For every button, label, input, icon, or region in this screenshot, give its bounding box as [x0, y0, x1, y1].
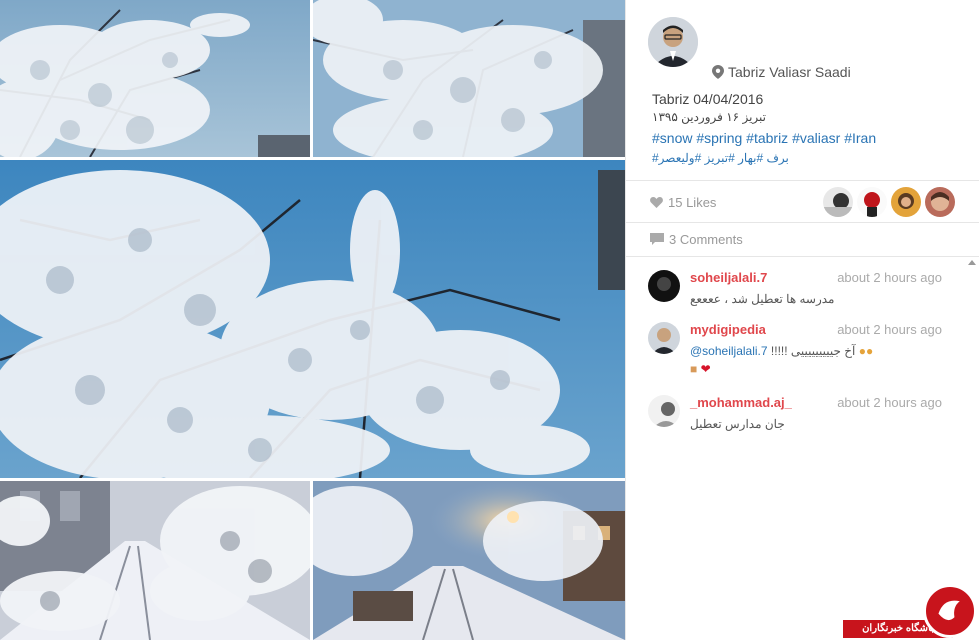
- comment-text: جان مدارس تعطیل: [690, 417, 785, 431]
- comment-username[interactable]: soheiljalali.7: [690, 270, 767, 285]
- post-caption-title: Tabriz 04/04/2016: [652, 91, 764, 107]
- liker-avatar[interactable]: [925, 187, 955, 217]
- liker-avatar[interactable]: [857, 187, 887, 217]
- heart-emoji-icon: ❤: [700, 362, 711, 376]
- post-location[interactable]: Tabriz Valiasr Saadi: [712, 64, 851, 80]
- likes-count[interactable]: 15 Likes: [650, 195, 716, 210]
- photo-snowy-branches-1: [0, 0, 310, 157]
- hashtags-english[interactable]: #snow #spring #tabriz #valiasr #Iran: [652, 130, 876, 146]
- liker-avatar[interactable]: [823, 187, 853, 217]
- comment-timestamp: about 2 hours ago: [837, 395, 942, 410]
- commenter-avatar[interactable]: [648, 270, 680, 302]
- comment-item: _mohammad.aj_ about 2 hours ago جان مدار…: [648, 395, 948, 435]
- photo-snowy-street-1: [0, 481, 310, 640]
- liker-avatar[interactable]: [891, 187, 921, 217]
- post-caption-persian: تبریز ۱۶ فروردین ۱۳۹۵: [652, 110, 766, 124]
- hashtags-persian[interactable]: برف #بهار #تبریز #ولیعصر#: [652, 151, 812, 165]
- author-avatar[interactable]: [648, 17, 698, 67]
- commenter-avatar[interactable]: [648, 322, 680, 354]
- emoji-icon: ■: [690, 362, 698, 376]
- map-pin-icon: [712, 65, 724, 79]
- comments-label: 3 Comments: [669, 232, 743, 247]
- divider: [626, 180, 979, 181]
- comment-item: soheiljalali.7 about 2 hours ago مدرسه ه…: [648, 270, 948, 310]
- photo-snowy-tree-large: [0, 160, 625, 478]
- speech-bubble-icon: [650, 233, 664, 245]
- comment-timestamp: about 2 hours ago: [837, 270, 942, 285]
- comment-item: mydigipedia about 2 hours ago @soheiljal…: [648, 322, 948, 380]
- emoji-icon: ●●: [858, 344, 874, 358]
- comment-text-block: @soheiljalali.7 !!!!! آخ جیییییییییی ●● …: [690, 342, 940, 378]
- watermark-emblem-icon: [923, 584, 977, 638]
- comment-text: مدرسه ها تعطیل شد ، ععععع: [690, 292, 835, 306]
- commenter-avatar[interactable]: [648, 395, 680, 427]
- heart-icon: [650, 196, 663, 208]
- scroll-up-arrow-icon[interactable]: [968, 260, 976, 265]
- photo-collage[interactable]: [0, 0, 625, 640]
- post-viewer: Tabriz Valiasr Saadi Tabriz 04/04/2016 ت…: [0, 0, 979, 640]
- divider: [626, 222, 979, 223]
- comment-username[interactable]: _mohammad.aj_: [690, 395, 792, 410]
- photo-snowy-street-2: [313, 481, 625, 640]
- comment-timestamp: about 2 hours ago: [837, 322, 942, 337]
- comment-text: !!!!! آخ جیییییییییی: [770, 344, 856, 358]
- divider: [626, 256, 979, 257]
- photo-snowy-branches-2: [313, 0, 625, 157]
- likers-avatars: [823, 187, 955, 217]
- likes-label: 15 Likes: [668, 195, 717, 210]
- comment-username[interactable]: mydigipedia: [690, 322, 766, 337]
- location-label: Tabriz Valiasr Saadi: [728, 64, 851, 80]
- post-details-panel: Tabriz Valiasr Saadi Tabriz 04/04/2016 ت…: [625, 0, 979, 640]
- watermark-logo: باشگاه خبرنگاران: [843, 580, 979, 640]
- comment-mention[interactable]: @soheiljalali.7: [690, 344, 768, 358]
- comments-count[interactable]: 3 Comments: [650, 232, 743, 247]
